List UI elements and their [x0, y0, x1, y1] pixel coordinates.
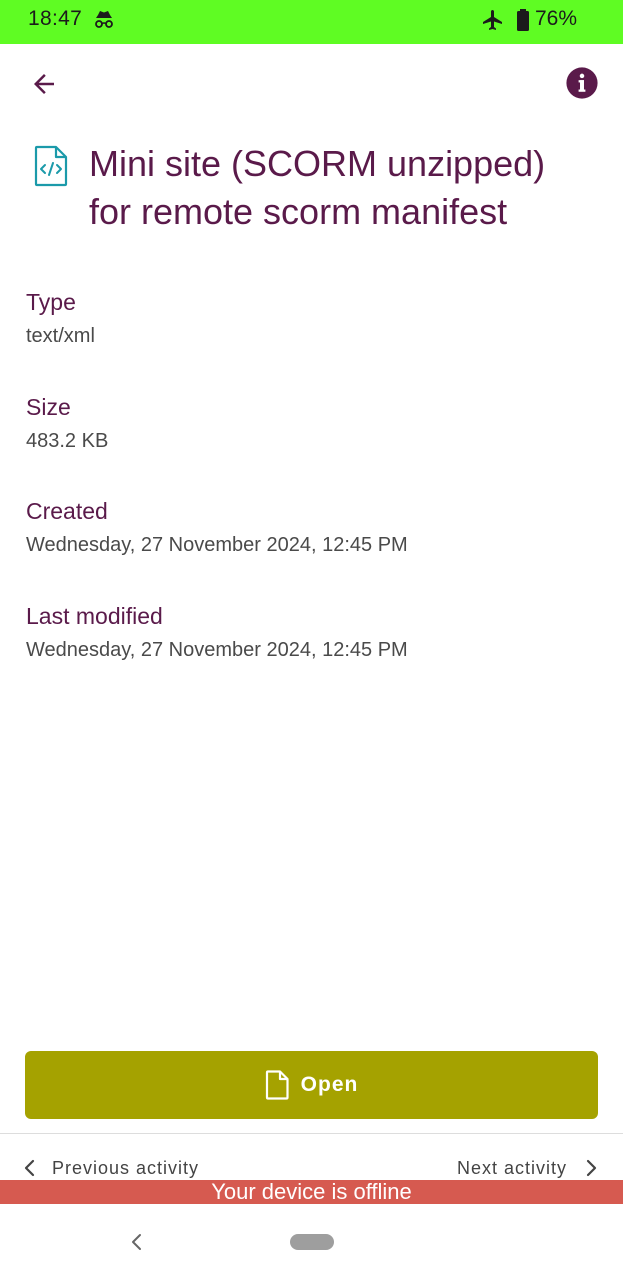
offline-banner: Your device is offline [0, 1180, 623, 1204]
chevron-left-icon [24, 1159, 35, 1177]
back-button[interactable] [22, 62, 66, 106]
detail-value: text/xml [26, 325, 95, 347]
next-activity-label: Next activity [456, 1157, 567, 1178]
detail-value: Wednesday, 27 November 2024, 12:45 PM [26, 639, 408, 661]
battery-icon [517, 9, 529, 31]
detail-label: Size [26, 394, 71, 420]
previous-activity-label: Previous activity [52, 1157, 200, 1178]
nav-home-pill[interactable] [290, 1234, 334, 1250]
incognito-icon [95, 11, 113, 28]
chevron-right-icon [586, 1159, 597, 1177]
screen: 18:47 76% Mini site (SCORM unzipped) for… [0, 0, 623, 1280]
battery-percent: 76% [535, 7, 578, 30]
nav-back-icon[interactable] [127, 1232, 147, 1252]
code-file-icon [34, 145, 68, 187]
document-icon [265, 1070, 289, 1100]
detail-label: Created [26, 498, 108, 524]
open-button[interactable]: Open [25, 1051, 598, 1119]
detail-type: Type text/xml [26, 287, 596, 351]
arrow-left-icon [34, 74, 54, 94]
detail-value: Wednesday, 27 November 2024, 12:45 PM [26, 534, 408, 556]
info-icon [566, 67, 598, 99]
status-time: 18:47 [28, 7, 83, 30]
open-button-label: Open [300, 1073, 359, 1096]
detail-size: Size 483.2 KB [26, 392, 596, 456]
previous-activity-link[interactable]: Previous activity [20, 1154, 199, 1182]
detail-value: 483.2 KB [26, 430, 109, 452]
info-button[interactable] [563, 64, 601, 102]
system-nav-bar [0, 1204, 623, 1280]
divider [0, 1133, 623, 1134]
detail-label: Type [26, 289, 76, 315]
status-bar: 18:47 76% [0, 0, 623, 44]
detail-label: Last modified [26, 603, 163, 629]
next-activity-link[interactable]: Next activity [457, 1154, 601, 1182]
detail-last-modified: Last modified Wednesday, 27 November 202… [26, 601, 596, 665]
detail-created: Created Wednesday, 27 November 2024, 12:… [26, 496, 596, 560]
page-title: Mini site (SCORM unzipped) for remote sc… [89, 143, 546, 232]
airplane-mode-icon [483, 10, 502, 30]
